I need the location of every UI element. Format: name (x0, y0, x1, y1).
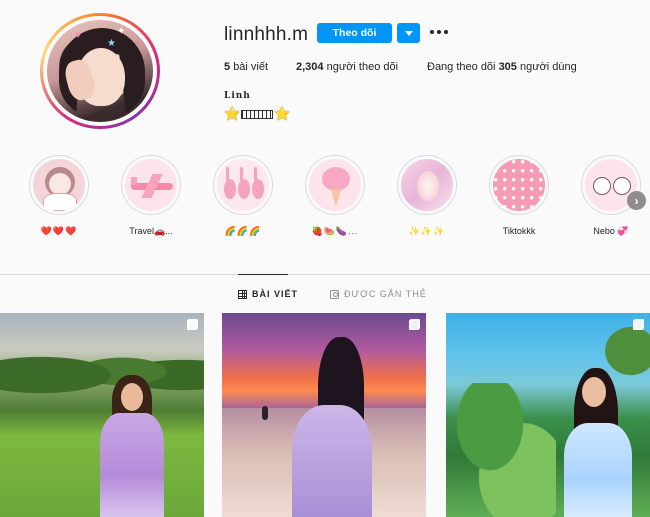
story-highlights: ❤️❤️❤️ Travel🚗... 🌈🌈🌈 🍓🍉🍆... ✨✨✨ Tiktokk… (0, 155, 650, 245)
profile-full-name: Linh (224, 91, 251, 101)
follow-button[interactable]: Theo dõi (317, 23, 392, 43)
cotton-candy-icon (309, 159, 361, 211)
posts-count-stat: 5 bài viết (224, 61, 296, 73)
followers-stat[interactable]: 2,304 người theo dõi (296, 61, 427, 73)
girl-face (582, 377, 606, 407)
carousel-icon (187, 319, 198, 330)
park-trees (0, 333, 204, 403)
highlight-label: Nebo 💞 (593, 226, 629, 236)
section-divider (0, 274, 650, 275)
sparkle-sticker-icon: ✦ (117, 26, 126, 37)
active-tab-indicator (238, 274, 288, 275)
avatar-inner: ♥ ✦ ★ (43, 16, 157, 126)
tab-posts[interactable]: BÀI VIẾT (238, 289, 298, 299)
highlight-label: ❤️❤️❤️ (40, 226, 78, 236)
anime-girl-sticker-icon (33, 159, 85, 211)
star-sticker-icon: ★ (107, 38, 116, 49)
highlight-cover (489, 155, 549, 215)
post-thumbnail[interactable] (0, 313, 204, 517)
tab-posts-label: BÀI VIẾT (252, 289, 299, 299)
highlight-cover (305, 155, 365, 215)
posts-count: 5 (224, 61, 231, 73)
garden-plants (446, 383, 556, 517)
avatar-photo: ♥ ✦ ★ (47, 20, 153, 122)
dot-icon (444, 30, 448, 34)
post-thumbnail[interactable] (222, 313, 426, 517)
grid-icon (238, 289, 247, 299)
bio-boxed-text (241, 109, 274, 119)
highlight-item[interactable]: Travel🚗... (111, 155, 191, 238)
profile-avatar[interactable]: ♥ ✦ ★ (40, 13, 160, 129)
highlight-cover (397, 155, 457, 215)
post-thumbnail[interactable] (446, 313, 650, 517)
dot-icon (430, 30, 434, 34)
highlights-next-button[interactable]: › (627, 191, 646, 210)
girl-face (121, 383, 143, 411)
tagged-user-icon (330, 289, 339, 299)
profile-username: linnhhh.m (224, 24, 309, 45)
bunnies-icon (217, 159, 269, 211)
heart-sticker-icon: ♥ (75, 30, 81, 41)
pink-glow-icon (401, 159, 453, 211)
highlight-label: 🍓🍉🍆... (311, 226, 359, 236)
highlight-item[interactable]: ❤️❤️❤️ (19, 155, 99, 238)
highlight-label: ✨✨✨ (408, 226, 446, 236)
carousel-icon (409, 319, 420, 330)
highlight-cover (121, 155, 181, 215)
more-options-button[interactable] (430, 26, 448, 38)
highlight-label: Travel🚗... (129, 226, 173, 236)
highlight-label: 🌈🌈🌈 (224, 226, 262, 236)
tab-tagged[interactable]: ĐƯỢC GẮN THẺ (330, 289, 427, 299)
highlight-item[interactable]: 🌈🌈🌈 (203, 155, 283, 238)
star-emoji-icon: ⭐ (274, 106, 291, 121)
highlight-cover (213, 155, 273, 215)
airplane-icon (125, 159, 177, 211)
chevron-down-icon (404, 30, 413, 36)
highlight-item[interactable]: Tiktokkk (479, 155, 559, 238)
posts-label: bài viết (233, 61, 269, 73)
followers-label: người theo dõi (326, 61, 399, 73)
highlight-item[interactable]: ✨✨✨ (387, 155, 467, 238)
following-suffix: người dùng (519, 61, 577, 73)
following-prefix: Đang theo dõi (427, 61, 496, 73)
star-emoji-icon: ⭐ (224, 106, 241, 121)
distant-figure (262, 406, 268, 420)
highlight-label: Tiktokkk (502, 226, 536, 236)
following-count: 305 (498, 61, 517, 73)
carousel-icon (633, 319, 644, 330)
suggested-accounts-dropdown-button[interactable] (397, 23, 420, 43)
followers-count: 2,304 (296, 61, 324, 73)
girl-dress (564, 423, 632, 517)
dot-icon (437, 30, 441, 34)
girl-dress (100, 413, 164, 517)
profile-bio: ⭐ ⭐ (224, 106, 290, 122)
pink-sprinkles-icon (493, 159, 545, 211)
highlight-item[interactable]: 🍓🍉🍆... (295, 155, 375, 238)
following-stat[interactable]: Đang theo dõi 305 người dùng (427, 61, 577, 73)
tab-tagged-label: ĐƯỢC GẮN THẺ (344, 289, 427, 299)
girl-dress (292, 405, 372, 517)
profile-stats: 5 bài viết 2,304 người theo dõi Đang the… (224, 61, 577, 73)
highlight-cover (29, 155, 89, 215)
